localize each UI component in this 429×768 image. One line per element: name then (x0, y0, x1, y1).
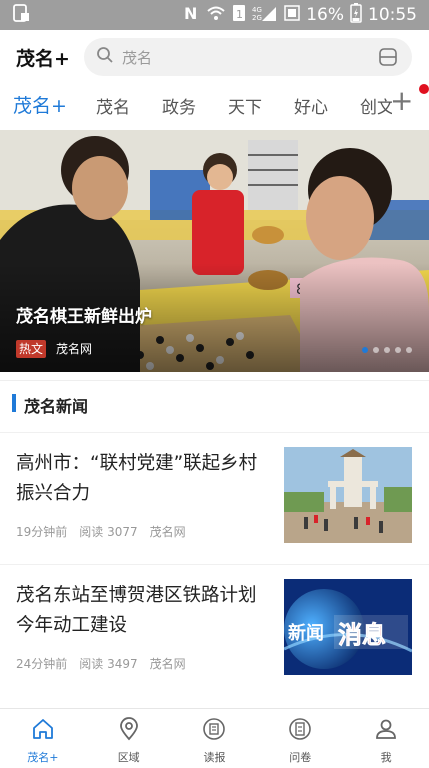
search-bar[interactable]: 茂名 (84, 38, 412, 76)
nav-region[interactable]: 区域 (86, 709, 172, 768)
bottom-nav: 茂名+ 区域 读报 问卷 我 (0, 708, 429, 768)
sim-icon (12, 3, 30, 27)
news-source: 茂名网 (149, 657, 186, 671)
carousel-dot[interactable] (362, 347, 368, 353)
tab-maoming-plus[interactable]: 茂名+ (13, 91, 67, 118)
carousel-dot[interactable] (384, 347, 390, 353)
news-headline[interactable]: 高州市：“联村党建”联起乡村振兴合力 (16, 449, 268, 509)
sim-slot-icon: 1 (232, 4, 246, 27)
hot-tag-badge: 热文 (16, 340, 47, 358)
carousel-indicator (362, 347, 412, 353)
tab-maoming[interactable]: 茂名 (96, 93, 130, 118)
network-label: 4G (252, 6, 262, 14)
news-reads: 阅读 3077 (79, 525, 138, 539)
nav-read-paper[interactable]: 读报 (172, 709, 258, 768)
thumb-text-news: 新闻 (288, 622, 324, 644)
signal-icon: 4G 2G (252, 4, 278, 27)
tab-world[interactable]: 天下 (228, 93, 262, 118)
notification-dot (419, 84, 429, 94)
newspaper-icon (202, 717, 226, 745)
svg-text:2G: 2G (252, 14, 262, 22)
carousel-dot[interactable] (406, 347, 412, 353)
nav-label: 问卷 (289, 751, 312, 764)
news-time: 24分钟前 (16, 657, 68, 671)
news-item[interactable]: 茂名东站至博贺港区铁路计划今年动工建设 24分钟前 阅读 3497 茂名网 新闻… (0, 564, 429, 690)
battery-percent: 16% (306, 5, 344, 25)
svg-text:1: 1 (236, 8, 243, 21)
channel-tabs: 茂名+ 茂名 政务 天下 好心 创文 + (0, 84, 429, 128)
thumb-text-message: 消息 (338, 621, 386, 649)
banner-source: 茂名网 (56, 342, 93, 356)
search-icon (96, 46, 114, 68)
app-brand: 茂名+ (16, 47, 70, 70)
location-pin-icon (117, 717, 141, 745)
tab-haoxin[interactable]: 好心 (294, 93, 328, 118)
scan-icon[interactable] (378, 47, 398, 71)
top-bar: 茂名+ 茂名 (0, 30, 429, 84)
nav-label: 我 (380, 751, 392, 764)
section-accent-bar (12, 394, 16, 412)
news-headline[interactable]: 茂名东站至博贺港区铁路计划今年动工建设 (16, 581, 268, 641)
nav-label: 茂名+ (27, 751, 59, 764)
banner-photo: 8 (0, 130, 429, 372)
news-reads: 阅读 3497 (79, 657, 138, 671)
home-icon (31, 717, 55, 745)
nav-me[interactable]: 我 (343, 709, 429, 768)
user-icon (374, 717, 398, 745)
nav-survey[interactable]: 问卷 (257, 709, 343, 768)
news-time: 19分钟前 (16, 525, 68, 539)
tab-government[interactable]: 政务 (162, 93, 196, 118)
news-item[interactable]: 高州市：“联村党建”联起乡村振兴合力 19分钟前 阅读 3077 茂名网 (0, 432, 429, 558)
news-meta: 19分钟前 阅读 3077 茂名网 (16, 523, 186, 540)
wifi-icon (206, 4, 226, 27)
battery-icon (350, 2, 362, 28)
carousel-dot[interactable] (395, 347, 401, 353)
status-bar: N 1 4G 2G 16% 10:55 (0, 0, 429, 30)
clock: 10:55 (368, 5, 417, 25)
nav-label: 读报 (203, 751, 226, 764)
news-source: 茂名网 (149, 525, 186, 539)
tab-civilization[interactable]: 创文 (360, 93, 392, 118)
data-icon (284, 4, 300, 27)
news-thumbnail[interactable] (284, 447, 412, 543)
hero-banner[interactable]: 8 (0, 130, 429, 372)
search-placeholder: 茂名 (122, 48, 153, 67)
nav-home[interactable]: 茂名+ (0, 709, 86, 768)
svg-text:N: N (184, 4, 197, 22)
carousel-dot[interactable] (373, 347, 379, 353)
section-title: 茂名新闻 (24, 397, 89, 416)
news-thumbnail[interactable]: 新闻 消息 (284, 579, 412, 675)
section-header: 茂名新闻 (0, 380, 429, 424)
nfc-icon: N (182, 4, 200, 27)
banner-title[interactable]: 茂名棋王新鲜出炉 (16, 302, 152, 327)
add-channel-icon[interactable]: + (390, 87, 413, 115)
nav-label: 区域 (117, 751, 140, 764)
news-meta: 24分钟前 阅读 3497 茂名网 (16, 655, 186, 672)
survey-icon (288, 717, 312, 745)
